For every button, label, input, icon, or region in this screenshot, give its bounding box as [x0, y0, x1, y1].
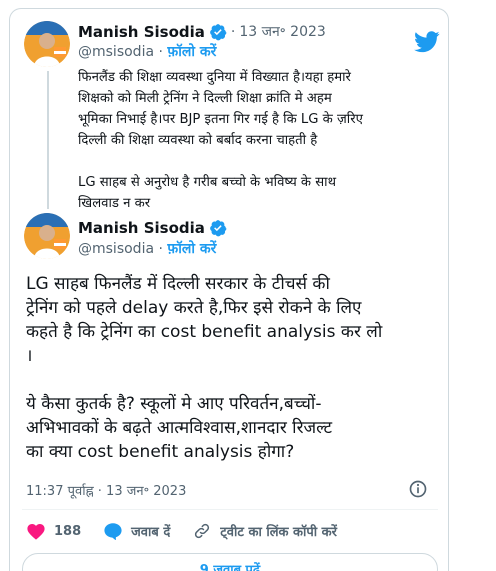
text-line: शिक्षको को मिली ट्रेनिंग ने दिल्ली शिक्ष… — [78, 91, 332, 106]
text-line: LG साहब फिनलैंड में दिल्ली सरकार के टीचर… — [26, 274, 330, 294]
text-line — [26, 368, 446, 392]
like-button[interactable]: 188 — [26, 522, 81, 540]
like-count: 188 — [54, 523, 82, 539]
text-line: का क्या cost benefit analysis होगा? — [26, 442, 295, 462]
text-line: ट्रेनिंग को पहले delay करते है,फिर इसे र… — [26, 298, 362, 318]
author-handle[interactable]: @msisodia — [78, 44, 154, 60]
embedded-tweet-card: Manish Sisodia · 13 जन॰ 2023 @msisodia ·… — [9, 8, 449, 571]
twitter-bird-icon[interactable] — [414, 31, 440, 53]
read-replies-button[interactable]: 9 जवाब पढ़ें — [22, 553, 438, 571]
text-line: अभिभावकों के बढ़ते आत्मविश्वास,शानदार रि… — [26, 418, 333, 438]
tweet-timestamp[interactable]: 11:37 पूर्वाह्न · 13 जन॰ 2023 — [26, 481, 186, 499]
reply-button[interactable]: जवाब दें — [103, 522, 170, 540]
text-line — [78, 151, 438, 172]
text-line: ये कैसा कुतर्क है? स्कूलों मे आए परिवर्त… — [26, 394, 322, 414]
text-line: भूमिका निभाई है।पर BJP इतना गिर गई है कि… — [78, 112, 363, 127]
main-tweet-text: LG साहब फिनलैंड में दिल्ली सरकार के टीचर… — [26, 272, 446, 464]
text-line: दिल्ली की शिक्षा व्यवस्था को बर्बाद करना… — [78, 133, 318, 148]
thread-connector-line — [47, 71, 49, 209]
reply-label: जवाब दें — [131, 525, 171, 540]
divider — [22, 509, 438, 510]
text-line: । — [26, 346, 33, 366]
action-bar: 188 जवाब दें ट्वीट का लिंक कॉपी करें — [26, 520, 359, 542]
handle-row: @msisodia · फ़ॉलो करें — [78, 44, 217, 60]
text-line: LG साहब से अनुरोध है गरीब बच्चो के भविष्… — [78, 175, 336, 190]
avatar[interactable] — [24, 21, 70, 67]
author-name[interactable]: Manish Sisodia — [78, 219, 205, 237]
main-author-row: Manish Sisodia — [78, 219, 227, 237]
verified-badge-icon — [209, 219, 227, 237]
quoted-tweet-text: फिनलैंड की शिक्षा व्यवस्था दुनिया में वि… — [78, 67, 438, 214]
avatar[interactable] — [24, 213, 70, 259]
text-line: फिनलैंड की शिक्षा व्यवस्था दुनिया में वि… — [78, 70, 351, 85]
handle-row: @msisodia · फ़ॉलो करें — [78, 241, 217, 257]
text-line: कहते है कि ट्रेनिंग का cost benefit anal… — [26, 322, 383, 342]
info-icon[interactable] — [408, 479, 428, 499]
copy-link-label: ट्वीट का लिंक कॉपी करें — [220, 525, 337, 540]
text-line: खिलवाड न कर — [78, 196, 151, 211]
quoted-author-row: Manish Sisodia · 13 जन॰ 2023 — [78, 22, 326, 41]
copy-link-button[interactable]: ट्वीट का लिंक कॉपी करें — [192, 522, 337, 540]
follow-link[interactable]: फ़ॉलो करें — [167, 44, 216, 60]
heart-icon — [27, 523, 45, 540]
author-handle[interactable]: @msisodia — [78, 241, 154, 257]
reply-bubble-icon — [104, 523, 122, 540]
author-name[interactable]: Manish Sisodia — [78, 23, 205, 41]
verified-badge-icon — [209, 23, 227, 41]
separator-dot: · — [230, 23, 236, 40]
follow-link[interactable]: फ़ॉलो करें — [167, 241, 216, 257]
link-icon — [195, 523, 210, 539]
tweet-date[interactable]: 13 जन॰ 2023 — [239, 22, 325, 41]
